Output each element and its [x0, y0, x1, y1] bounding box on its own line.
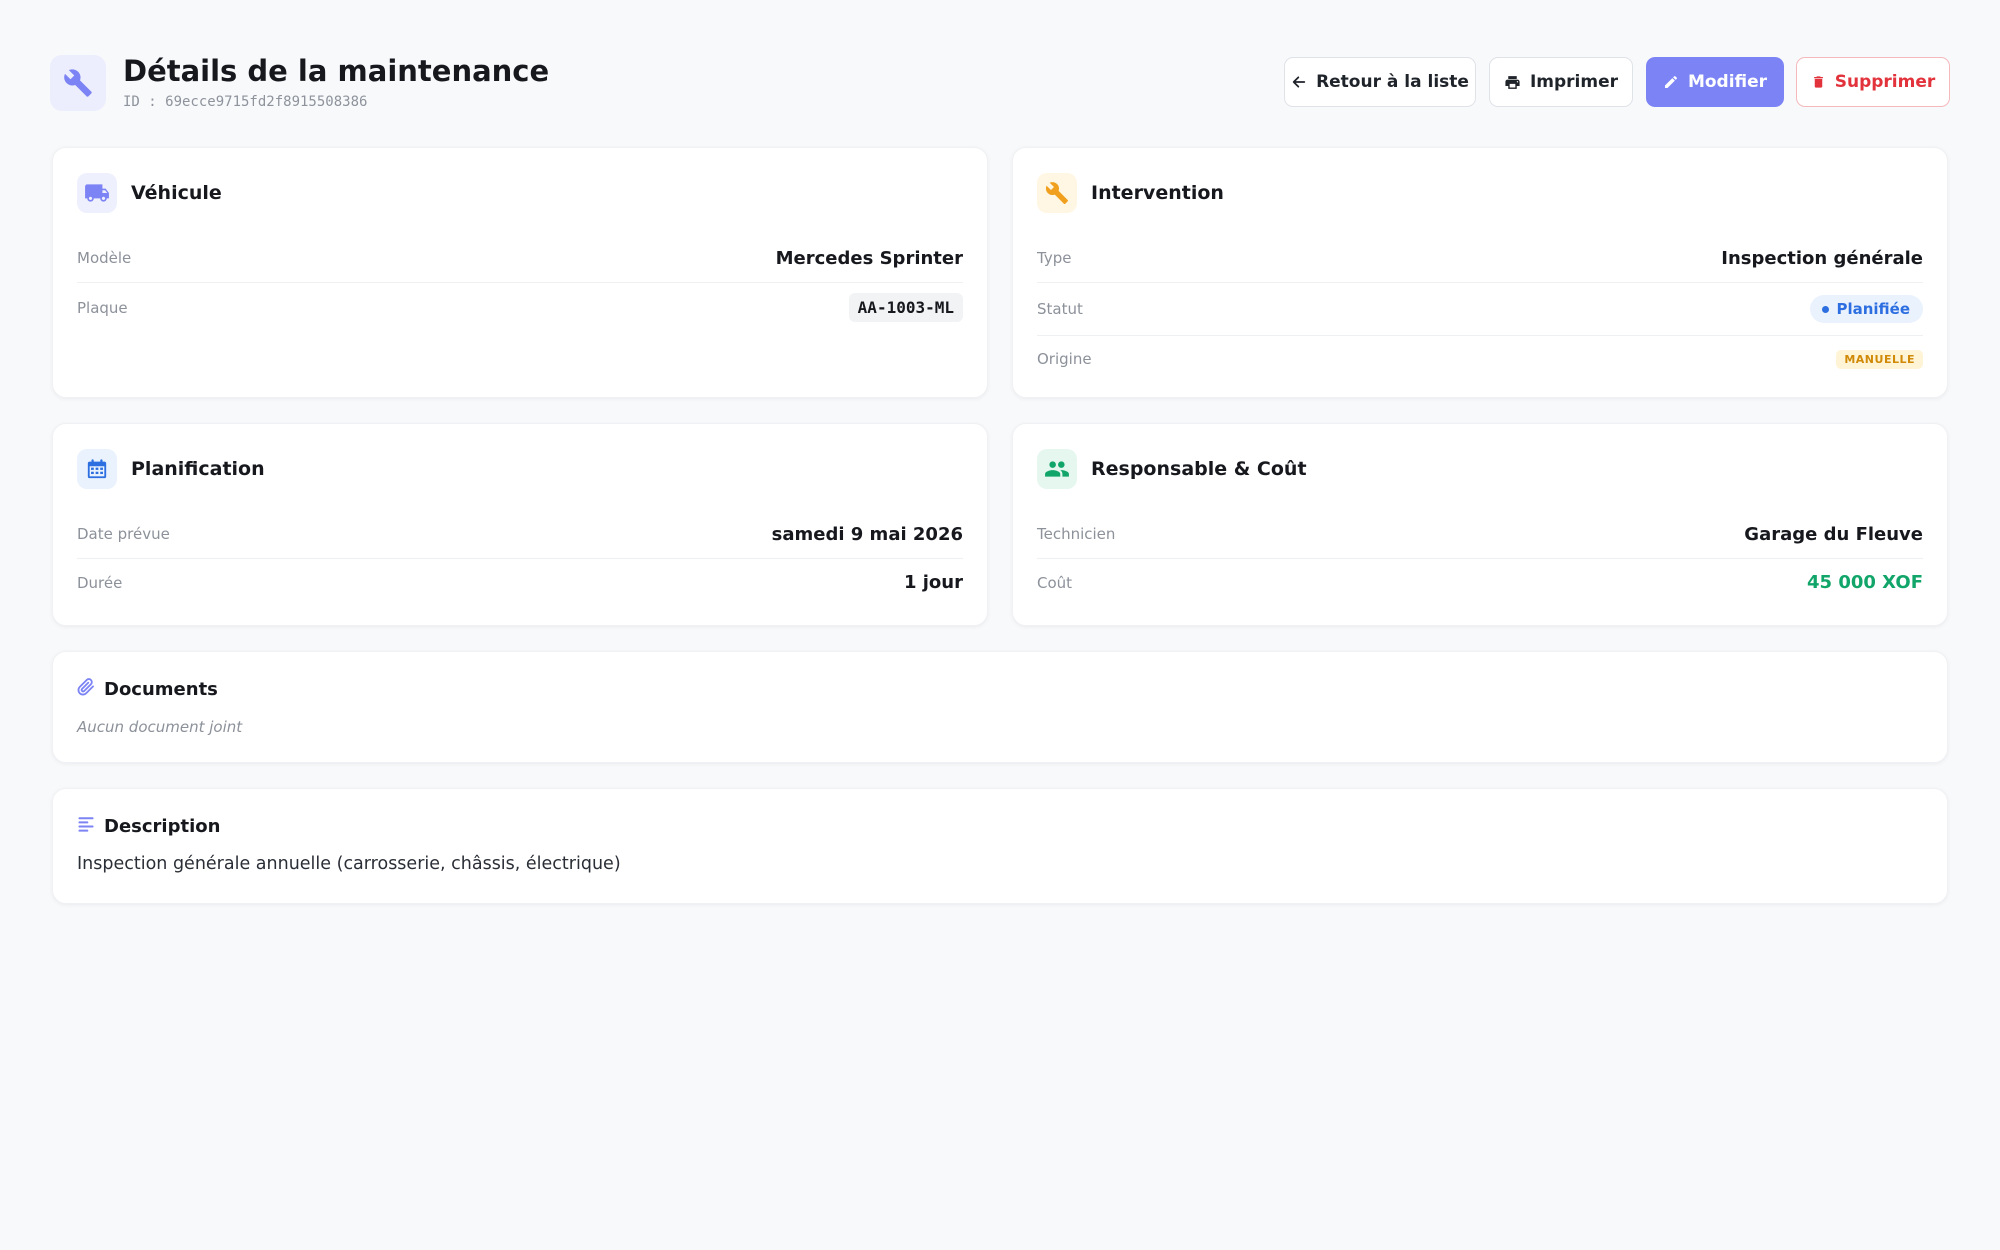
date-row: Date prévue samedi 9 mai 2026: [77, 510, 963, 559]
status-badge: Planifiée: [1810, 295, 1923, 323]
users-icon: [1037, 449, 1077, 489]
duration-row: Durée 1 jour: [77, 559, 963, 606]
edit-button[interactable]: Modifier: [1646, 57, 1784, 107]
origin-badge: MANUELLE: [1836, 349, 1923, 369]
back-to-list-button[interactable]: Retour à la liste: [1284, 57, 1476, 107]
description-card: Description Inspection générale annuelle…: [52, 788, 1948, 904]
delete-label: Supprimer: [1834, 72, 1936, 92]
wrench-icon: [50, 55, 106, 111]
trash-icon: [1811, 74, 1826, 90]
align-left-icon: [77, 815, 95, 837]
model-row: Modèle Mercedes Sprinter: [77, 234, 963, 283]
model-label: Modèle: [77, 249, 132, 267]
status-label: Statut: [1037, 300, 1083, 318]
status-dot: [1822, 305, 1830, 313]
intervention-card: Intervention Type Inspection générale St…: [1012, 147, 1948, 398]
page-header: Détails de la maintenance ID : 69ecce971…: [50, 52, 1950, 114]
type-label: Type: [1037, 249, 1072, 267]
print-button[interactable]: Imprimer: [1489, 57, 1633, 107]
cost-label: Coût: [1037, 573, 1073, 592]
pencil-icon: [1663, 74, 1679, 90]
print-label: Imprimer: [1529, 72, 1619, 92]
description-title: Description: [104, 815, 221, 837]
technician-value: Garage du Fleuve: [1744, 523, 1923, 545]
status-value: Planifiée: [1836, 300, 1910, 318]
truck-icon: [77, 173, 117, 213]
technician-row: Technicien Garage du Fleuve: [1037, 510, 1923, 559]
origin-label: Origine: [1037, 350, 1092, 368]
planning-card: Planification Date prévue samedi 9 mai 2…: [52, 423, 988, 626]
date-value: samedi 9 mai 2026: [771, 523, 963, 545]
planning-card-title: Planification: [131, 458, 265, 480]
page-title: Détails de la maintenance: [123, 54, 550, 88]
documents-title: Documents: [104, 678, 218, 700]
type-value: Inspection générale: [1721, 247, 1923, 269]
vehicle-card-title: Véhicule: [131, 182, 222, 204]
vehicle-card: Véhicule Modèle Mercedes Sprinter Plaque…: [52, 147, 988, 398]
description-text: Inspection générale annuelle (carrosseri…: [77, 854, 621, 874]
date-label: Date prévue: [77, 525, 170, 543]
edit-label: Modifier: [1687, 72, 1768, 92]
delete-button[interactable]: Supprimer: [1796, 57, 1950, 107]
documents-card: Documents Aucun document joint: [52, 651, 1948, 763]
no-documents-text: Aucun document joint: [77, 718, 243, 736]
model-value: Mercedes Sprinter: [775, 247, 963, 269]
printer-icon: [1504, 74, 1521, 91]
record-id: ID : 69ecce9715fd2f8915508386: [123, 94, 368, 110]
back-to-list-label: Retour à la liste: [1316, 72, 1469, 92]
paperclip-icon: [77, 678, 95, 700]
origin-row: Origine MANUELLE: [1037, 336, 1923, 382]
cost-value: 45 000 XOF: [1807, 572, 1923, 593]
duration-label: Durée: [77, 573, 123, 592]
technician-label: Technicien: [1037, 525, 1116, 543]
intervention-card-title: Intervention: [1091, 182, 1224, 204]
wrench-icon: [1037, 173, 1077, 213]
plate-value: AA-1003-ML: [848, 293, 963, 322]
arrow-left-icon: [1291, 74, 1307, 90]
status-row: Statut Planifiée: [1037, 283, 1923, 336]
plate-row: Plaque AA-1003-ML: [77, 283, 963, 332]
responsible-card-title: Responsable & Coût: [1091, 458, 1307, 480]
duration-value: 1 jour: [903, 572, 963, 593]
plate-label: Plaque: [77, 298, 128, 317]
cost-row: Coût 45 000 XOF: [1037, 559, 1923, 606]
calendar-icon: [77, 449, 117, 489]
responsible-card: Responsable & Coût Technicien Garage du …: [1012, 423, 1948, 626]
type-row: Type Inspection générale: [1037, 234, 1923, 283]
